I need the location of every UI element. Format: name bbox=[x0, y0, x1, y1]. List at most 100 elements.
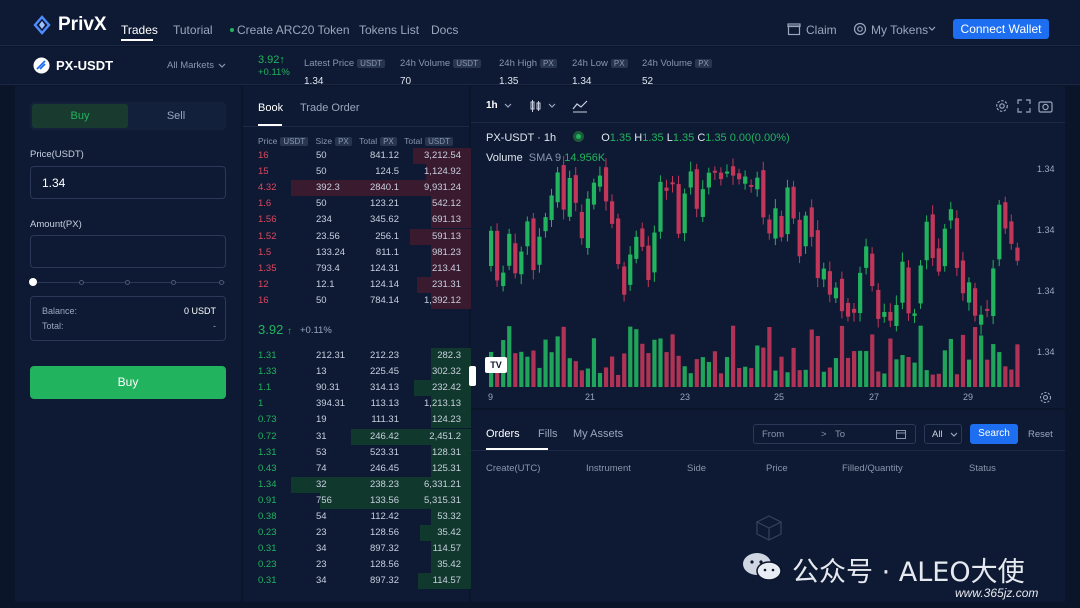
book-size: 74 bbox=[316, 462, 327, 474]
brand-logo[interactable]: PrivX bbox=[32, 14, 107, 36]
book-size: 12.1 bbox=[316, 278, 335, 290]
up-arrow-icon: ↑ bbox=[279, 54, 285, 66]
bid-row[interactable]: 1.1 90.31 314.13 232.42 bbox=[243, 380, 471, 397]
date-range-input[interactable]: From > To bbox=[753, 424, 916, 444]
volume-bar bbox=[634, 329, 639, 387]
tab-book[interactable]: Book bbox=[258, 102, 283, 114]
bid-row[interactable]: 0.23 23 128.56 35.42 bbox=[243, 557, 471, 574]
stat-unit-tag: PX bbox=[695, 59, 712, 68]
volume-bar bbox=[985, 359, 990, 387]
book-price: 1.33 bbox=[258, 366, 277, 378]
amount-input[interactable] bbox=[30, 235, 226, 268]
bid-row[interactable]: 1.34 32 238.23 6,331.21 bbox=[243, 476, 471, 493]
volume-bar bbox=[652, 339, 657, 387]
book-price: 1.31 bbox=[258, 350, 277, 361]
slider-step-100[interactable] bbox=[219, 280, 224, 285]
price-chart[interactable]: 1.34 1.34 1.34 1.34 9 21 23 25 27 29 bbox=[471, 86, 1065, 408]
bid-row[interactable]: 1.31 212.31 212.23 282.3 bbox=[243, 348, 471, 364]
ask-row[interactable]: 1.56 234 345.62 691.13 bbox=[243, 212, 471, 229]
ask-row[interactable]: 1.5 133.24 811.1 981.23 bbox=[243, 244, 471, 261]
tab-orders[interactable]: Orders bbox=[486, 428, 520, 440]
book-total-usdt: 128.31 bbox=[431, 446, 461, 458]
ask-row[interactable]: 16 50 784.14 1,392.12 bbox=[243, 292, 471, 309]
bid-row[interactable]: 1.33 13 225.45 302.32 bbox=[243, 364, 471, 381]
bid-row[interactable]: 1.31 53 523.31 128.31 bbox=[243, 444, 471, 461]
slider-step-25[interactable] bbox=[79, 280, 84, 285]
slider-step-75[interactable] bbox=[171, 280, 176, 285]
nav-create-arc20[interactable]: Create ARC20 Token bbox=[237, 23, 350, 37]
volume-bar bbox=[519, 351, 524, 387]
axis-settings-icon[interactable] bbox=[1039, 391, 1052, 404]
panel-collapse-handle[interactable] bbox=[469, 366, 476, 386]
bid-row[interactable]: 0.31 34 897.32 114.57 bbox=[243, 573, 471, 590]
reset-button[interactable]: Reset bbox=[1028, 429, 1053, 440]
candle-body bbox=[495, 230, 500, 281]
ask-row[interactable]: 16 50 841.12 3,212.54 bbox=[243, 148, 471, 164]
book-header-total-usdt: Total bbox=[404, 136, 423, 146]
ask-row[interactable]: 4.32 392.3 2840.1 9,931.24 bbox=[243, 180, 471, 197]
book-price: 4.32 bbox=[258, 182, 277, 194]
buy-tab[interactable]: Buy bbox=[32, 104, 128, 128]
tab-fills[interactable]: Fills bbox=[538, 428, 558, 440]
book-total-usdt: 231.31 bbox=[431, 278, 461, 290]
sell-tab[interactable]: Sell bbox=[128, 104, 224, 128]
bid-row[interactable]: 0.38 54 112.42 53.32 bbox=[243, 509, 471, 525]
bid-row[interactable]: 1 394.31 113.13 1,213.13 bbox=[243, 396, 471, 413]
connect-wallet-button[interactable]: Connect Wallet bbox=[953, 19, 1049, 39]
tab-trade-order[interactable]: Trade Order bbox=[300, 102, 360, 114]
nav-trades[interactable]: Trades bbox=[121, 23, 158, 37]
book-total: 256.1 bbox=[375, 230, 399, 242]
balance-box: Balance: 0 USDT Total: - bbox=[30, 296, 226, 341]
search-button[interactable]: Search bbox=[970, 424, 1018, 444]
book-total: 113.13 bbox=[370, 398, 399, 410]
pair-price-value: 3.92 bbox=[258, 54, 280, 66]
candle-body bbox=[761, 170, 766, 218]
book-size: 54 bbox=[316, 511, 327, 522]
claim-link[interactable]: Claim bbox=[806, 23, 837, 37]
ask-row[interactable]: 1.35 793.4 124.31 213.41 bbox=[243, 260, 471, 277]
candle-body bbox=[676, 184, 681, 234]
volume-bar bbox=[930, 374, 935, 387]
tab-my-assets[interactable]: My Assets bbox=[573, 428, 623, 440]
slider-step-50[interactable] bbox=[125, 280, 130, 285]
candle-body bbox=[567, 177, 572, 217]
bid-row[interactable]: 0.72 31 246.42 2,451.2 bbox=[243, 428, 471, 445]
ask-row[interactable]: 15 50 124.5 1,124.92 bbox=[243, 164, 471, 181]
amount-slider-handle[interactable] bbox=[29, 278, 37, 286]
orders-header: Create(UTC) Instrument Side Price Filled… bbox=[471, 463, 1065, 475]
book-price: 0.31 bbox=[258, 575, 277, 587]
volume-bar bbox=[664, 352, 669, 387]
bid-row[interactable]: 0.43 74 246.45 125.31 bbox=[243, 460, 471, 477]
candle-body bbox=[507, 233, 512, 266]
ask-row[interactable]: 1.6 50 123.21 542.12 bbox=[243, 196, 471, 213]
price-input[interactable]: 1.34 bbox=[30, 166, 226, 199]
bid-row[interactable]: 0.23 23 128.56 35.42 bbox=[243, 525, 471, 542]
filter-select[interactable]: All bbox=[924, 424, 962, 444]
bid-row[interactable]: 0.73 19 111.31 124.23 bbox=[243, 412, 471, 429]
stat-unit-tag: USDT bbox=[357, 59, 385, 68]
pair-stat: Latest Price USDT 1.34 bbox=[304, 53, 385, 89]
book-total: 123.21 bbox=[369, 198, 399, 210]
all-markets-select[interactable]: All Markets bbox=[167, 60, 214, 71]
my-tokens-menu[interactable]: My Tokens bbox=[871, 23, 928, 37]
price-label: Price(USDT) bbox=[30, 149, 84, 160]
book-total-usdt: 125.31 bbox=[431, 462, 461, 474]
candle-body bbox=[634, 236, 639, 259]
ask-row[interactable]: 12 12.1 124.14 231.31 bbox=[243, 276, 471, 293]
book-price: 16 bbox=[258, 294, 269, 306]
bid-row[interactable]: 0.91 756 133.56 5,315.31 bbox=[243, 492, 471, 509]
nav-tutorial[interactable]: Tutorial bbox=[173, 23, 213, 37]
date-from[interactable]: From bbox=[762, 429, 784, 440]
volume-bar bbox=[773, 370, 778, 387]
x-tick-label: 21 bbox=[585, 392, 595, 402]
candle-body bbox=[706, 172, 711, 188]
ask-row[interactable]: 1.52 23.56 256.1 591.13 bbox=[243, 228, 471, 245]
buy-button[interactable]: Buy bbox=[30, 366, 226, 399]
candle-body bbox=[991, 268, 996, 317]
nav-docs[interactable]: Docs bbox=[431, 23, 458, 37]
date-to[interactable]: To bbox=[835, 429, 845, 440]
nav-tokens-list[interactable]: Tokens List bbox=[359, 23, 419, 37]
candle-body bbox=[640, 228, 645, 247]
book-price: 0.38 bbox=[258, 511, 277, 522]
bid-row[interactable]: 0.31 34 897.32 114.57 bbox=[243, 541, 471, 558]
